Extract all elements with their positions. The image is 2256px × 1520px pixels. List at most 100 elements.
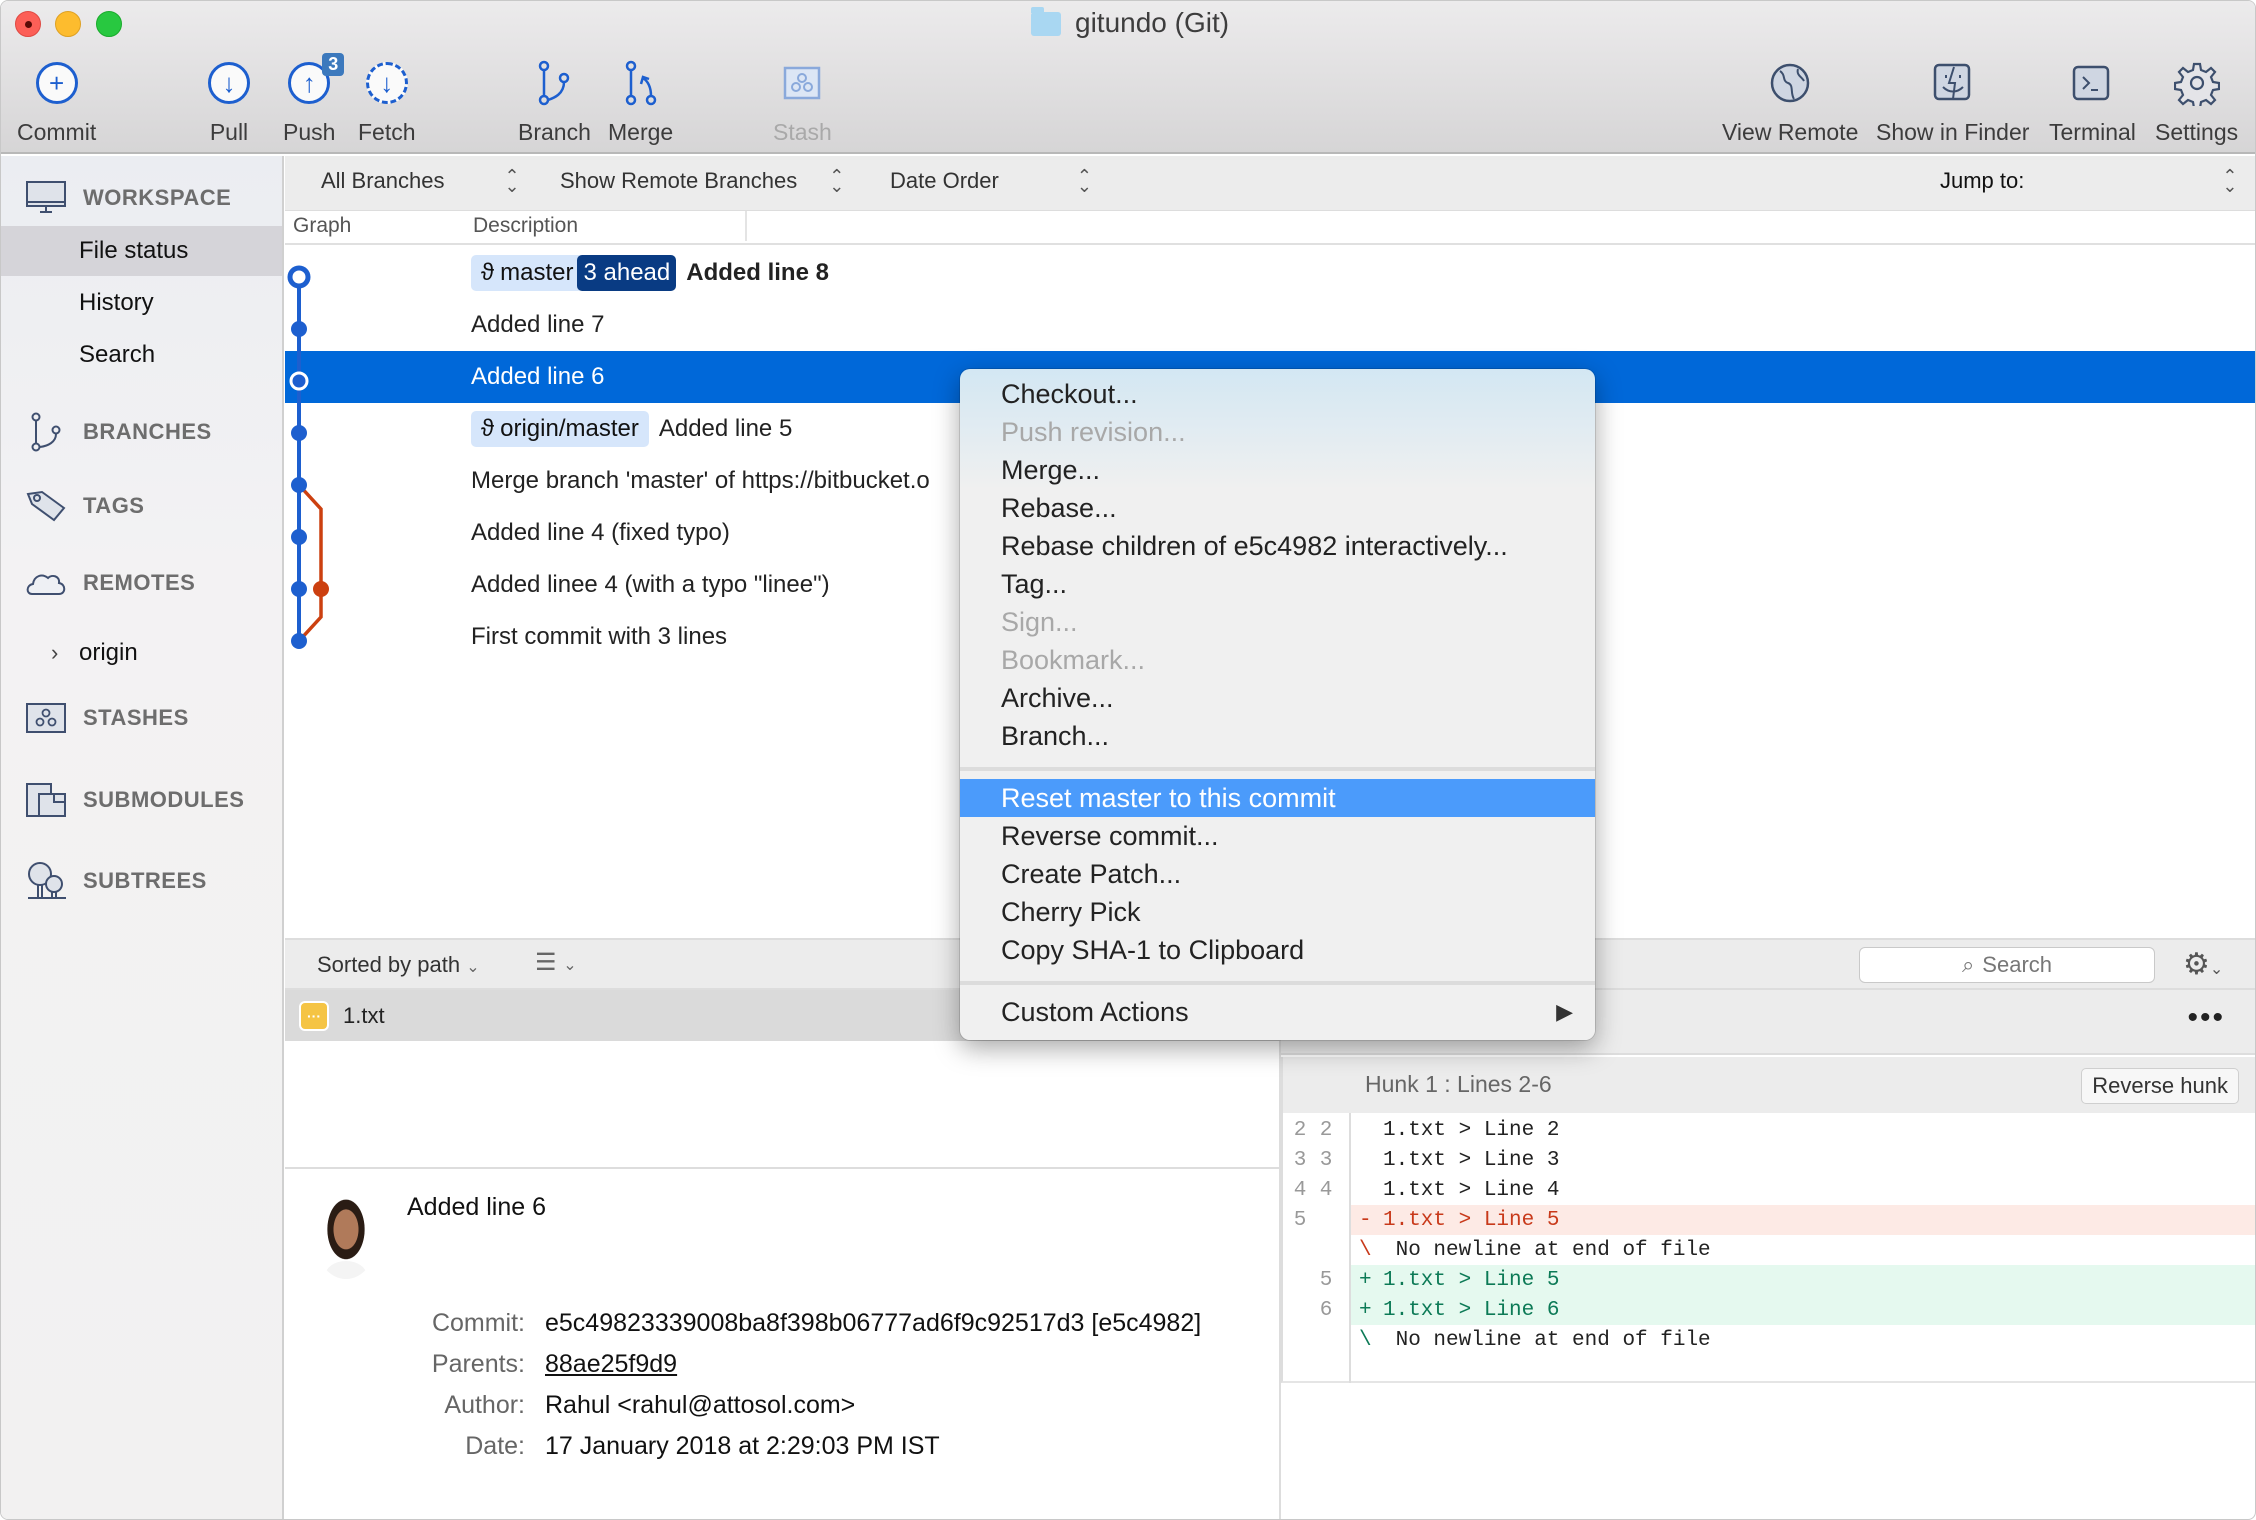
- pull-button[interactable]: ↓ Pull: [208, 57, 250, 146]
- menu-item-label: Custom Actions: [1001, 996, 1189, 1027]
- diff-line-del[interactable]: 5 -1.txt > Line 5: [1283, 1205, 2255, 1235]
- sidebar-item-file-status[interactable]: File status: [1, 226, 282, 276]
- diff-view: 2 2 1.txt > Line 2 3 3 1.txt > Line 3 4 4 1.txt …: [1281, 1113, 2255, 1383]
- graph-column-header[interactable]: Graph: [293, 214, 351, 238]
- folder-icon: [1031, 7, 1061, 36]
- list-view-icon[interactable]: ☰ ⌄: [535, 948, 577, 977]
- commit-row[interactable]: Added line 7: [285, 299, 2255, 351]
- menu-item-tag[interactable]: Tag...: [960, 565, 1595, 603]
- updown-chevron-icon: ⌃ ⌄: [2222, 166, 2238, 196]
- menu-item-custom-actions[interactable]: Custom Actions ▶: [960, 993, 1595, 1031]
- sidebar-section-tags[interactable]: TAGS: [25, 490, 144, 522]
- commit-button[interactable]: + Commit: [17, 57, 96, 146]
- commit-graph: [287, 265, 329, 649]
- settings-button[interactable]: Settings: [2155, 57, 2238, 146]
- diff-line-part: 1.txt > Line 3: [1383, 1148, 1560, 1172]
- sidebar-item-search[interactable]: Search: [1, 330, 282, 380]
- diff-line-note[interactable]: \ No newline at end of file: [1283, 1235, 2255, 1265]
- parent-commit-link[interactable]: 88ae25f9d9: [545, 1350, 1201, 1379]
- diff-line-part: +: [1359, 1268, 1372, 1292]
- menu-item-label: Rebase...: [1001, 492, 1117, 523]
- sidebar-section-subtrees[interactable]: SUBTREES: [25, 862, 207, 900]
- graph-node: [291, 321, 307, 337]
- jump-to-select[interactable]: Jump to: ⌃ ⌄: [1940, 166, 2238, 196]
- diff-line-note[interactable]: \ No newline at end of file: [1283, 1325, 2255, 1355]
- hunk-header: Hunk 1 : Lines 2-6 Reverse hunk: [1281, 1057, 2255, 1113]
- commit-plus-icon: +: [35, 62, 78, 104]
- menu-item-rebase[interactable]: Rebase...: [960, 489, 1595, 527]
- branch-tag-master[interactable]: ϑ master: [471, 255, 584, 291]
- show-in-finder-button[interactable]: Show in Finder: [1876, 57, 2029, 146]
- sidebar-section-remotes[interactable]: REMOTES: [25, 570, 195, 596]
- menu-item-reset-master-to-this-commit[interactable]: Reset master to this commit: [960, 779, 1595, 817]
- reverse-hunk-button[interactable]: Reverse hunk: [2081, 1068, 2239, 1104]
- gear-icon: [2173, 57, 2220, 109]
- menu-item-cherry-pick[interactable]: Cherry Pick: [960, 893, 1595, 931]
- diff-line-add[interactable]: 5 +1.txt > Line 5: [1283, 1265, 2255, 1295]
- commit-date: 17 January 2018 at 2:29:03 PM IST: [545, 1432, 940, 1460]
- terminal-button[interactable]: Terminal: [2049, 57, 2136, 146]
- sidebar-item-history[interactable]: History: [1, 278, 282, 328]
- commit-row[interactable]: ϑ master 3 ahead Added line 8: [285, 247, 2255, 299]
- commit-details-panel: Added line 6 Commit: e5c49823339008ba8f3…: [285, 1169, 1281, 1519]
- push-button[interactable]: ↑ 3 Push: [283, 53, 345, 146]
- menu-separator: [960, 767, 1595, 771]
- chevron-right-icon[interactable]: ›: [51, 640, 58, 666]
- branch-icon: [534, 57, 574, 109]
- menu-item-create-patch[interactable]: Create Patch...: [960, 855, 1595, 893]
- description-column-header[interactable]: Description: [473, 214, 578, 238]
- menu-item-branch[interactable]: Branch...: [960, 717, 1595, 755]
- remote-branches-select[interactable]: Show Remote Branches ⌃ ⌄: [560, 166, 845, 196]
- menu-item-archive[interactable]: Archive...: [960, 679, 1595, 717]
- sort-select[interactable]: Sorted by path ⌄: [317, 952, 480, 978]
- sidebar: WORKSPACE File status History Search BRA…: [1, 156, 284, 1519]
- branch-button[interactable]: Branch: [518, 57, 591, 146]
- graph-node-selected: [289, 371, 309, 391]
- sidebar-item-origin[interactable]: › origin: [1, 628, 282, 678]
- diff-search-input[interactable]: ⌕ Search: [1859, 947, 2155, 983]
- diff-line-part: -: [1359, 1208, 1372, 1232]
- diff-line-part: 3: [1293, 1148, 1307, 1172]
- updown-chevron-icon: ⌃ ⌄: [829, 166, 845, 196]
- sidebar-section-workspace[interactable]: WORKSPACE: [25, 180, 231, 216]
- diff-line-add[interactable]: 6 +1.txt > Line 6: [1283, 1295, 2255, 1325]
- column-divider[interactable]: [745, 211, 747, 241]
- commit-meta: Commit: e5c49823339008ba8f398b06777ad6f9…: [431, 1309, 1202, 1460]
- zoom-window-button[interactable]: [96, 11, 122, 37]
- menu-item-label: Reverse commit...: [1001, 820, 1219, 851]
- sidebar-section-submodules[interactable]: SUBMODULES: [25, 782, 244, 818]
- more-options-icon[interactable]: •••: [2187, 1001, 2225, 1035]
- diff-line-ctx[interactable]: 2 2 1.txt > Line 2: [1283, 1115, 2255, 1145]
- view-remote-button[interactable]: View Remote: [1722, 57, 1858, 146]
- menu-separator: [960, 981, 1595, 985]
- branch-filter-select[interactable]: All Branches ⌃ ⌄: [321, 167, 520, 195]
- order-select[interactable]: Date Order ⌃ ⌄: [890, 167, 1092, 195]
- menu-item-label: Rebase children of e5c4982 interactively…: [1001, 530, 1508, 561]
- close-window-button[interactable]: [15, 11, 41, 37]
- branch-tag-origin-master[interactable]: ϑ origin/master: [471, 411, 649, 447]
- commit-author: Rahul <rahul@attosol.com>: [545, 1391, 856, 1419]
- menu-item-checkout[interactable]: Checkout...: [960, 375, 1595, 413]
- menu-item-copy-sha-1-to-clipboard[interactable]: Copy SHA-1 to Clipboard: [960, 931, 1595, 969]
- submodule-icon: [25, 782, 67, 818]
- menu-item-merge[interactable]: Merge...: [960, 451, 1595, 489]
- diff-line-ctx[interactable]: 4 4 1.txt > Line 4: [1283, 1175, 2255, 1205]
- ahead-badge: 3 ahead: [577, 255, 677, 291]
- sidebar-section-branches[interactable]: BRANCHES: [25, 412, 212, 452]
- stash-button[interactable]: Stash: [773, 57, 832, 146]
- menu-item-sign: Sign...: [960, 603, 1595, 641]
- diff-line-part: 4: [1293, 1178, 1307, 1202]
- menu-item-reverse-commit[interactable]: Reverse commit...: [960, 817, 1595, 855]
- diff-options-gear-icon[interactable]: ⚙⌄: [2183, 947, 2223, 982]
- fetch-button[interactable]: ↓ Fetch: [358, 57, 416, 146]
- diff-line-ctx[interactable]: 3 3 1.txt > Line 3: [1283, 1145, 2255, 1175]
- menu-item-rebase-children-of-e5c4982-interactively[interactable]: Rebase children of e5c4982 interactively…: [960, 527, 1595, 565]
- menu-item-label: Merge...: [1001, 454, 1101, 485]
- menu-item-label: Sign...: [1001, 606, 1078, 637]
- fetch-dashed-icon: ↓: [365, 62, 408, 104]
- minimize-window-button[interactable]: [55, 11, 81, 37]
- merge-button[interactable]: Merge: [608, 57, 673, 146]
- sidebar-section-stashes[interactable]: STASHES: [25, 702, 189, 734]
- window-title: gitundo (Git): [1031, 7, 1229, 39]
- branch-icon: [25, 412, 67, 452]
